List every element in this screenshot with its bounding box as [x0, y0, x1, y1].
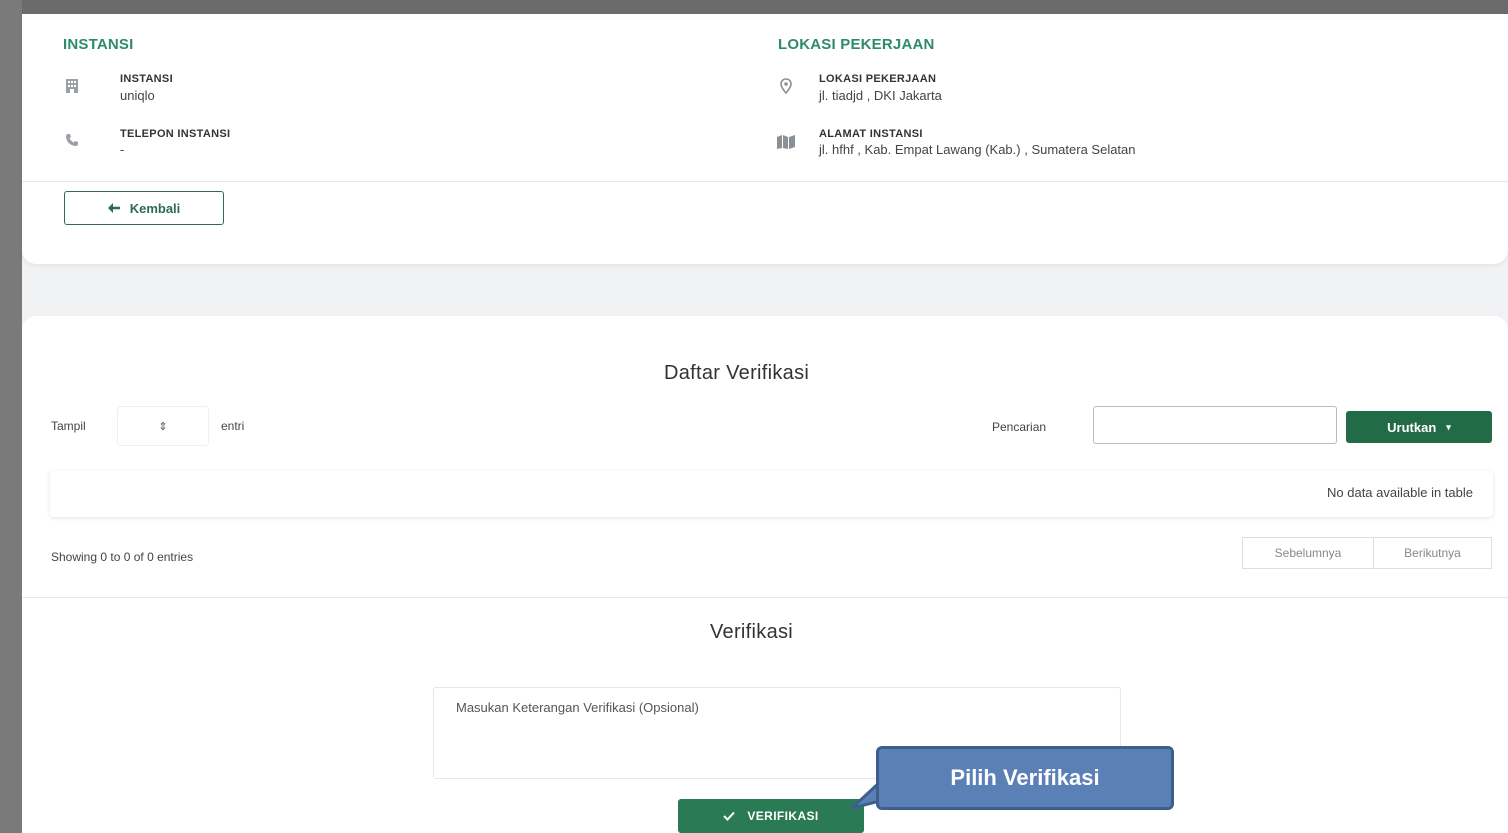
lokasi-value: jl. tiadjd , DKI Jakarta [819, 88, 942, 103]
instansi-value: uniqlo [120, 88, 155, 103]
verification-card: Daftar Verifikasi Tampil ⇕ entri Pencari… [22, 316, 1508, 833]
detail-card: INSTANSI LOKASI PEKERJAAN INSTANSI uniql… [22, 14, 1508, 264]
lokasi-label: LOKASI PEKERJAAN [819, 73, 937, 85]
sort-button-label: Urutkan [1387, 419, 1437, 435]
entries-label: entri [221, 419, 245, 433]
next-page-button[interactable]: Berikutnya [1374, 537, 1492, 569]
screenshot-frame-left [0, 0, 22, 833]
map-icon [776, 132, 796, 152]
list-title: Daftar Verifikasi [664, 362, 810, 384]
back-button[interactable]: Kembali [64, 191, 224, 225]
telepon-value: - [120, 142, 125, 157]
alamat-label: ALAMAT INSTANSI [819, 128, 923, 140]
lokasi-section-title: LOKASI PEKERJAAN [778, 36, 935, 53]
search-label: Pencarian [992, 420, 1047, 434]
prev-page-button[interactable]: Sebelumnya [1242, 537, 1374, 569]
screenshot-frame-top [0, 0, 1508, 14]
back-button-label: Kembali [129, 200, 181, 216]
instansi-label: INSTANSI [120, 73, 173, 85]
phone-icon [62, 130, 82, 150]
sort-button[interactable]: Urutkan ▾ [1346, 411, 1492, 443]
table-info: Showing 0 to 0 of 0 entries [51, 550, 194, 564]
alamat-value: jl. hfhf , Kab. Empat Lawang (Kab.) , Su… [819, 142, 1136, 157]
table-empty-text: No data available in table [1327, 485, 1473, 500]
arrow-left-icon [107, 203, 120, 213]
entries-select[interactable]: ⇕ [118, 407, 208, 445]
check-icon [723, 811, 736, 821]
verify-button[interactable]: VERIFIKASI [678, 799, 864, 833]
caret-down-icon: ▾ [1446, 421, 1451, 432]
search-input[interactable] [1093, 406, 1337, 444]
instansi-section-title: INSTANSI [63, 36, 134, 53]
callout-annotation: Pilih Verifikasi [876, 746, 1174, 810]
callout-text: Pilih Verifikasi [950, 765, 1100, 790]
verification-divider [22, 597, 1508, 598]
building-icon [62, 76, 82, 96]
verification-title: Verifikasi [710, 621, 794, 643]
show-label: Tampil [51, 419, 86, 433]
map-pin-icon [776, 76, 796, 96]
verify-button-label: VERIFIKASI [747, 809, 819, 823]
data-table: No data available in table [50, 471, 1493, 517]
telepon-label: TELEPON INSTANSI [120, 128, 231, 140]
section-divider [22, 181, 1508, 182]
select-arrows-icon: ⇕ [158, 420, 168, 433]
